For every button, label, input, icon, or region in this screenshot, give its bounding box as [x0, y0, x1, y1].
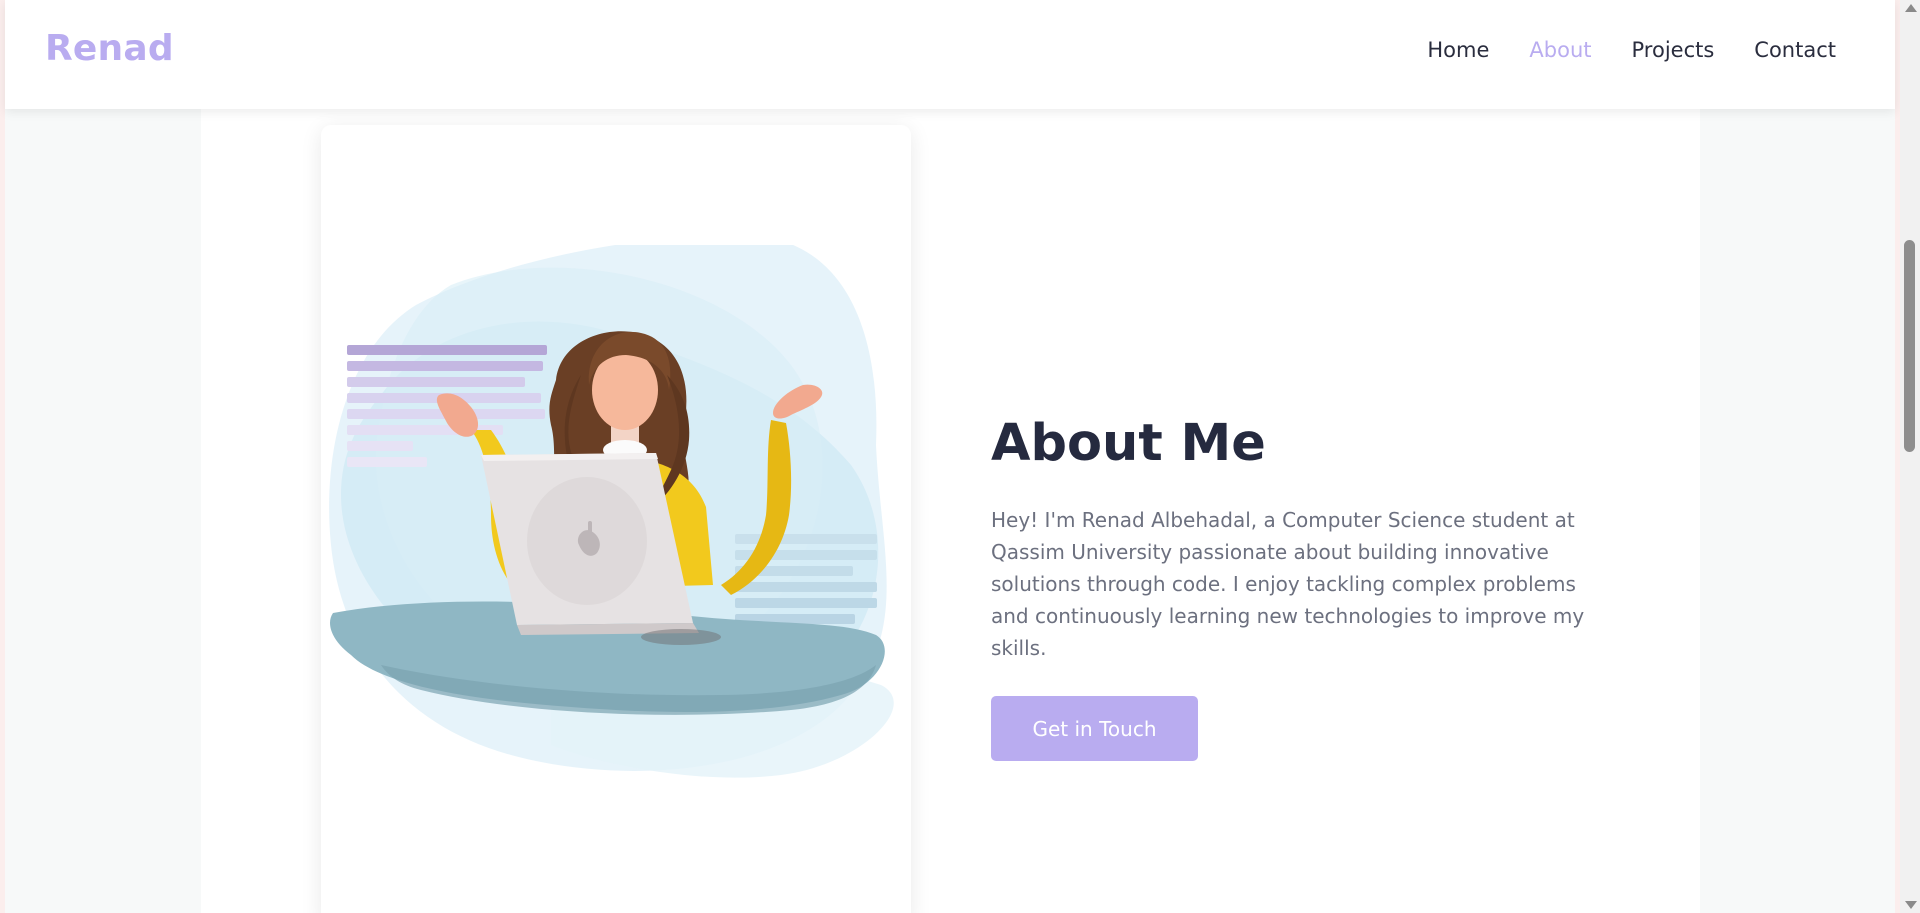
- get-in-touch-button[interactable]: Get in Touch: [991, 696, 1198, 761]
- navbar: Renad Home About Projects Contact: [5, 0, 1895, 109]
- page-title: About Me: [991, 414, 1266, 474]
- nav-link-about[interactable]: About: [1529, 38, 1591, 62]
- nav-link-home[interactable]: Home: [1427, 38, 1489, 62]
- nav-link-contact[interactable]: Contact: [1754, 38, 1836, 62]
- brand-logo[interactable]: Renad: [45, 28, 174, 69]
- nav-links: Home About Projects Contact: [1427, 38, 1836, 62]
- about-description: Hey! I'm Renad Albehadal, a Computer Sci…: [991, 508, 1585, 660]
- about-image-card: [321, 125, 911, 913]
- scroll-thumb[interactable]: [1904, 240, 1915, 452]
- browser-viewport: Renad Home About Projects Contact About …: [0, 0, 1920, 913]
- scroll-down-icon[interactable]: [1905, 901, 1917, 909]
- scroll-up-icon[interactable]: [1905, 4, 1917, 12]
- nav-link-projects[interactable]: Projects: [1632, 38, 1715, 62]
- vertical-scrollbar[interactable]: [1900, 0, 1920, 913]
- girl-with-laptop-illustration: [329, 245, 894, 778]
